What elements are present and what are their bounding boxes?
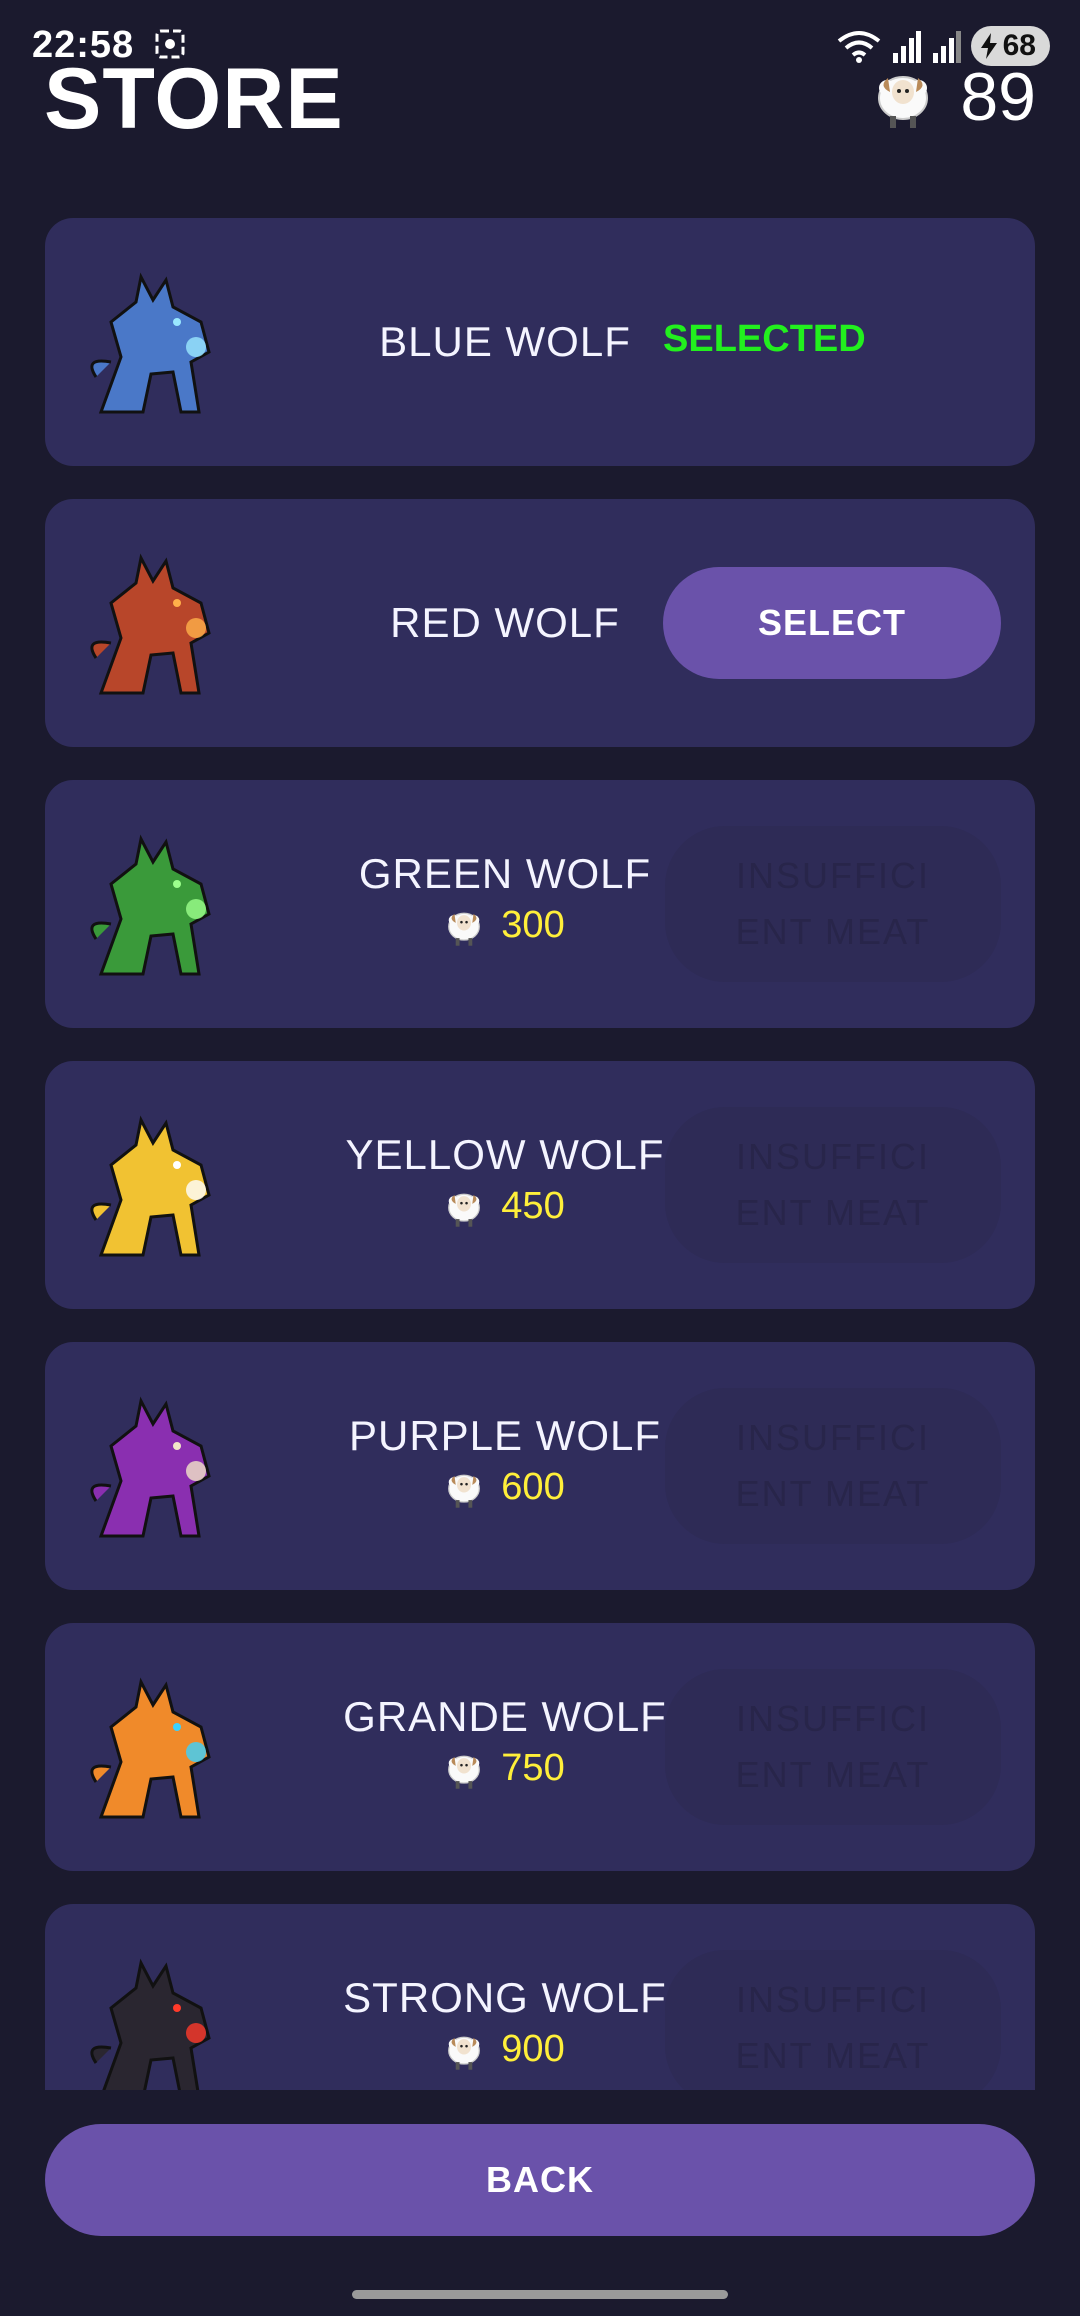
price-value: 600 (501, 1466, 565, 1508)
price-value: 300 (501, 904, 565, 946)
wolf-sprite-icon (90, 834, 211, 976)
page-title: STORE (44, 51, 344, 147)
price-value: 450 (501, 1185, 565, 1227)
wolf-card: BLUE WOLF SELECTED (45, 218, 1035, 466)
select-button[interactable]: SELECT (663, 567, 1001, 679)
insufficient-meat-label: INSUFFICI ENT MEAT (735, 855, 931, 952)
wolf-sprite-icon (90, 553, 211, 695)
wolf-list[interactable]: BLUE WOLF SELECTED RED WOLF SELECT GREEN WOL… (0, 200, 1080, 2090)
insufficient-meat-label: INSUFFICI ENT MEAT (735, 1417, 931, 1514)
meat-balance: 89 (874, 58, 1036, 136)
sheep-icon (448, 1755, 481, 1789)
home-indicator[interactable] (352, 2290, 728, 2299)
sheep-icon (878, 76, 929, 128)
wolf-card: PURPLE WOLF 600 INSUFFICI ENT MEAT (45, 1342, 1035, 1590)
sheep-icon (448, 912, 481, 946)
wolf-sprite-icon (90, 1677, 211, 1819)
price-value: 750 (501, 1747, 565, 1789)
sheep-icon (448, 1474, 481, 1508)
wolf-sprite-icon (90, 1115, 211, 1257)
back-button[interactable]: BACK (45, 2124, 1035, 2236)
wolf-card: RED WOLF SELECT (45, 499, 1035, 747)
sheep-icon (448, 1193, 481, 1227)
wolf-sprite-icon (90, 1396, 211, 1538)
wolf-sprite-icon (90, 1958, 211, 2090)
price-value: 900 (501, 2028, 565, 2070)
insufficient-meat-button[interactable]: INSUFFICI ENT MEAT (665, 826, 1001, 982)
insufficient-meat-button[interactable]: INSUFFICI ENT MEAT (665, 1388, 1001, 1544)
insufficient-meat-button[interactable]: INSUFFICI ENT MEAT (665, 1950, 1001, 2090)
wolf-card: GRANDE WOLF 750 INSUFFICI ENT MEAT (45, 1623, 1035, 1871)
meat-count: 89 (960, 59, 1036, 135)
sheep-icon (448, 2036, 481, 2070)
charging-bolt-icon (980, 33, 997, 59)
insufficient-meat-button[interactable]: INSUFFICI ENT MEAT (665, 1107, 1001, 1263)
insufficient-meat-label: INSUFFICI ENT MEAT (735, 1136, 931, 1233)
wolf-card: YELLOW WOLF 450 INSUFFICI ENT MEAT (45, 1061, 1035, 1309)
selected-status: SELECTED (663, 318, 866, 360)
wolf-card: GREEN WOLF 300 INSUFFICI ENT MEAT (45, 780, 1035, 1028)
wolf-sprite-icon (90, 272, 211, 414)
insufficient-meat-label: INSUFFICI ENT MEAT (735, 1698, 931, 1795)
insufficient-meat-button[interactable]: INSUFFICI ENT MEAT (665, 1669, 1001, 1825)
insufficient-meat-label: INSUFFICI ENT MEAT (735, 1979, 931, 2076)
wolf-card: STRONG WOLF 900 INSUFFICI ENT MEAT (45, 1904, 1035, 2090)
